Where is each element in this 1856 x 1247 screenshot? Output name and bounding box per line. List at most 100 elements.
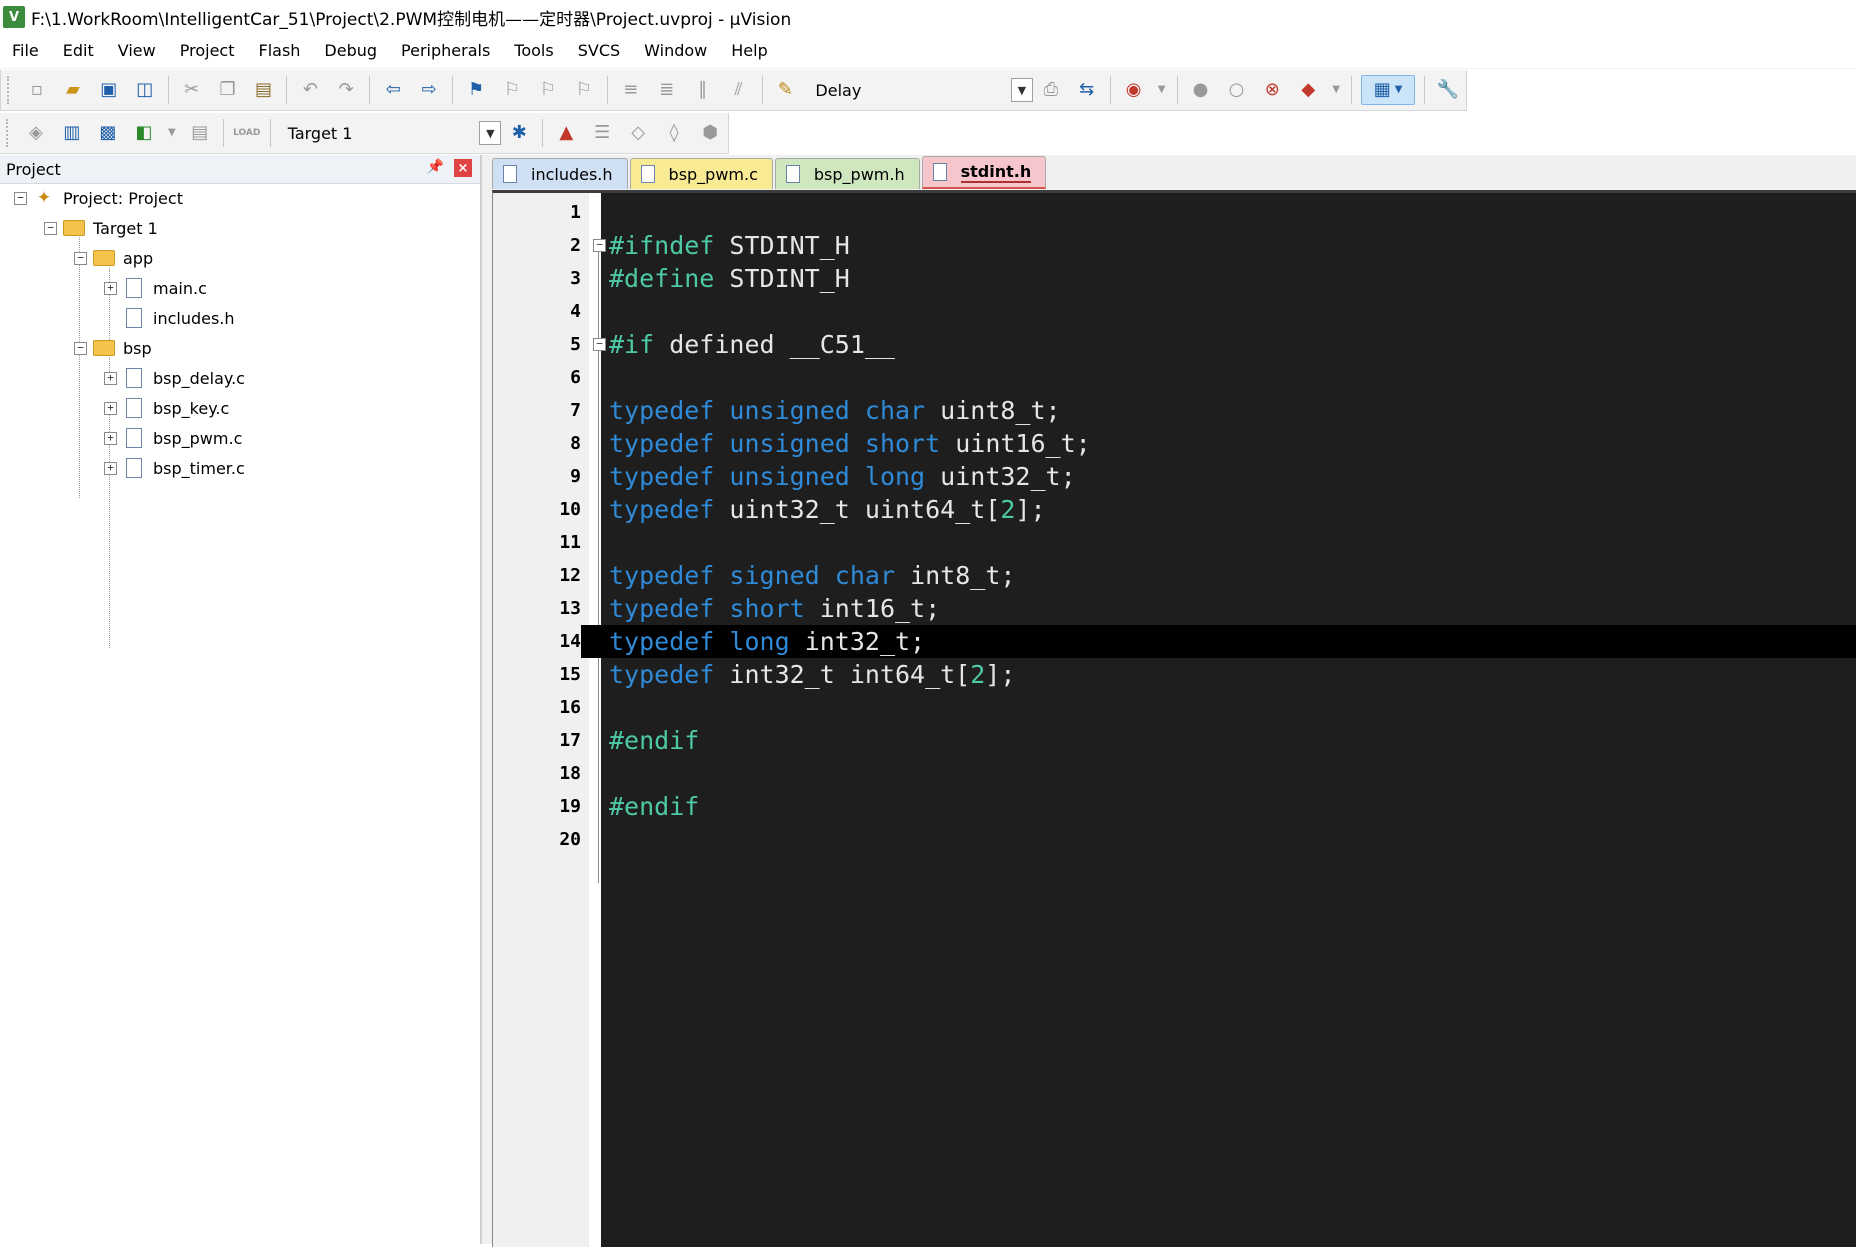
paste-icon[interactable]: ▤ — [250, 76, 278, 104]
chevron-down-icon[interactable]: ▼ — [1330, 76, 1342, 104]
copy-icon[interactable]: ❐ — [214, 76, 242, 104]
chevron-down-icon[interactable]: ▼ — [166, 119, 178, 147]
translate-icon[interactable]: ◈ — [22, 119, 50, 147]
debug-session-icon[interactable]: ◉ — [1120, 76, 1148, 104]
cut-icon[interactable]: ✂ — [178, 76, 206, 104]
new-file-icon[interactable]: ▫ — [23, 76, 51, 104]
uncomment-icon[interactable]: ⫽ — [725, 76, 753, 104]
code-line[interactable]: 17 #endif — [493, 724, 1856, 757]
tab-includes-h[interactable]: includes.h — [492, 158, 628, 189]
code-line[interactable]: 7 typedef unsigned char uint8_t; — [493, 394, 1856, 427]
code-line[interactable]: 12 typedef signed char int8_t; — [493, 559, 1856, 592]
menu-help[interactable]: Help — [719, 34, 779, 68]
bookmark-next-icon[interactable]: ⚐ — [534, 76, 562, 104]
menu-debug[interactable]: Debug — [312, 34, 389, 68]
code-line[interactable]: 2− #ifndef STDINT_H — [493, 229, 1856, 262]
select-software-packs-icon[interactable]: ◊ — [660, 119, 688, 147]
pin-icon[interactable]: 📌 — [427, 159, 444, 175]
tab-stdint-h[interactable]: stdint.h — [921, 156, 1047, 189]
incremental-find-icon[interactable]: ⇆ — [1073, 76, 1101, 104]
manage-project-items-icon[interactable]: ▲ — [552, 119, 580, 147]
code-line[interactable]: 13 typedef short int16_t; — [493, 592, 1856, 625]
tab-bsp-pwm-c[interactable]: bsp_pwm.c — [629, 158, 773, 189]
download-icon[interactable]: LOAD — [233, 119, 261, 147]
collapse-toggle[interactable]: − — [74, 341, 87, 355]
close-icon[interactable]: × — [454, 159, 472, 177]
menu-edit[interactable]: Edit — [51, 34, 106, 68]
open-file-icon[interactable]: ▰ — [59, 76, 87, 104]
bookmark-prev-icon[interactable]: ⚐ — [498, 76, 526, 104]
tree-item-group-app[interactable]: − app — [74, 246, 153, 270]
code-line[interactable]: 14 typedef long int32_t; — [493, 625, 1856, 658]
code-line[interactable]: 3 #define STDINT_H — [493, 262, 1856, 295]
batch-build-icon[interactable]: ◧ — [130, 119, 158, 147]
menu-window[interactable]: Window — [632, 34, 719, 68]
tree-item-file[interactable]: includes.h — [104, 306, 235, 330]
stop-build-icon[interactable]: ▤ — [186, 119, 214, 147]
code-line[interactable]: 1 — [493, 196, 1856, 229]
target-options-icon[interactable]: ✱ — [505, 119, 533, 147]
rebuild-icon[interactable]: ▩ — [94, 119, 122, 147]
toolbar-grip[interactable] — [6, 119, 12, 147]
code-line[interactable]: 18 — [493, 757, 1856, 790]
tree-item-file[interactable]: + bsp_delay.c — [104, 366, 245, 390]
breakpoint-insert-icon[interactable]: ● — [1187, 76, 1215, 104]
breakpoint-disable-icon[interactable]: ○ — [1222, 76, 1250, 104]
code-line[interactable]: 6 — [493, 361, 1856, 394]
code-line[interactable]: 15 typedef int32_t int64_t[2]; — [493, 658, 1856, 691]
chevron-down-icon[interactable]: ▼ — [1156, 76, 1168, 104]
menu-tools[interactable]: Tools — [502, 34, 565, 68]
code-line[interactable]: 4 — [493, 295, 1856, 328]
tree-item-target[interactable]: − Target 1 — [44, 216, 158, 240]
expand-toggle[interactable]: + — [104, 431, 117, 445]
tree-item-file[interactable]: + main.c — [104, 276, 207, 300]
tree-item-file[interactable]: + bsp_pwm.c — [104, 426, 242, 450]
fold-toggle[interactable]: − — [593, 239, 606, 252]
menu-file[interactable]: File — [0, 34, 51, 68]
bookmark-clear-icon[interactable]: ⚐ — [570, 76, 598, 104]
tab-bsp-pwm-h[interactable]: bsp_pwm.h — [774, 158, 920, 189]
expand-toggle[interactable]: + — [104, 371, 117, 385]
chevron-down-icon[interactable]: ▼ — [479, 121, 502, 145]
menu-view[interactable]: View — [106, 34, 168, 68]
indent-icon[interactable]: ≡ — [617, 76, 645, 104]
save-all-icon[interactable]: ◫ — [131, 76, 159, 104]
navigate-forward-icon[interactable]: ⇨ — [415, 76, 443, 104]
bookmark-icon[interactable]: ⚑ — [462, 76, 490, 104]
comment-icon[interactable]: ∥ — [689, 76, 717, 104]
tree-item-group-bsp[interactable]: − bsp — [74, 336, 152, 360]
breakpoint-kill-all-icon[interactable]: ◆ — [1294, 76, 1322, 104]
code-line[interactable]: 11 — [493, 526, 1856, 559]
expand-toggle[interactable]: + — [104, 401, 117, 415]
expand-toggle[interactable]: + — [104, 461, 117, 475]
chevron-down-icon[interactable]: ▼ — [1010, 78, 1033, 102]
navigate-back-icon[interactable]: ⇦ — [379, 76, 407, 104]
breakpoint-disable-all-icon[interactable]: ⊗ — [1258, 76, 1286, 104]
code-line[interactable]: 9 typedef unsigned long uint32_t; — [493, 460, 1856, 493]
find-in-files-icon[interactable]: ✎ — [772, 76, 800, 104]
menu-flash[interactable]: Flash — [246, 34, 312, 68]
window-layout-button[interactable]: ▦ ▼ — [1361, 75, 1416, 105]
code-line[interactable]: 16 — [493, 691, 1856, 724]
menu-peripherals[interactable]: Peripherals — [389, 34, 502, 68]
manage-multi-project-icon[interactable]: ☰ — [588, 119, 616, 147]
code-line[interactable]: 20 — [493, 823, 1856, 856]
menu-project[interactable]: Project — [168, 34, 247, 68]
code-editor[interactable]: 1 2− #ifndef STDINT_H 3 #define STDINT_H 4 5− #… — [492, 190, 1856, 1247]
unindent-icon[interactable]: ≣ — [653, 76, 681, 104]
tree-item-project[interactable]: − ✦ Project: Project — [14, 186, 183, 210]
tree-item-file[interactable]: + bsp_key.c — [104, 396, 229, 420]
undo-icon[interactable]: ↶ — [296, 76, 324, 104]
fold-toggle[interactable]: − — [593, 338, 606, 351]
redo-icon[interactable]: ↷ — [332, 76, 360, 104]
code-line[interactable]: 5− #if defined __C51__ — [493, 328, 1856, 361]
toolbar-grip[interactable] — [7, 76, 13, 104]
manage-run-time-icon[interactable]: ◇ — [624, 119, 652, 147]
collapse-toggle[interactable]: − — [14, 191, 27, 205]
find-icon[interactable]: ⎙ — [1037, 76, 1065, 104]
save-icon[interactable]: ▣ — [95, 76, 123, 104]
collapse-toggle[interactable]: − — [44, 221, 57, 235]
target-select[interactable]: Target 1 ▼ — [281, 119, 502, 147]
find-combo[interactable]: Delay ▼ — [809, 76, 1033, 104]
menu-svcs[interactable]: SVCS — [566, 34, 632, 68]
